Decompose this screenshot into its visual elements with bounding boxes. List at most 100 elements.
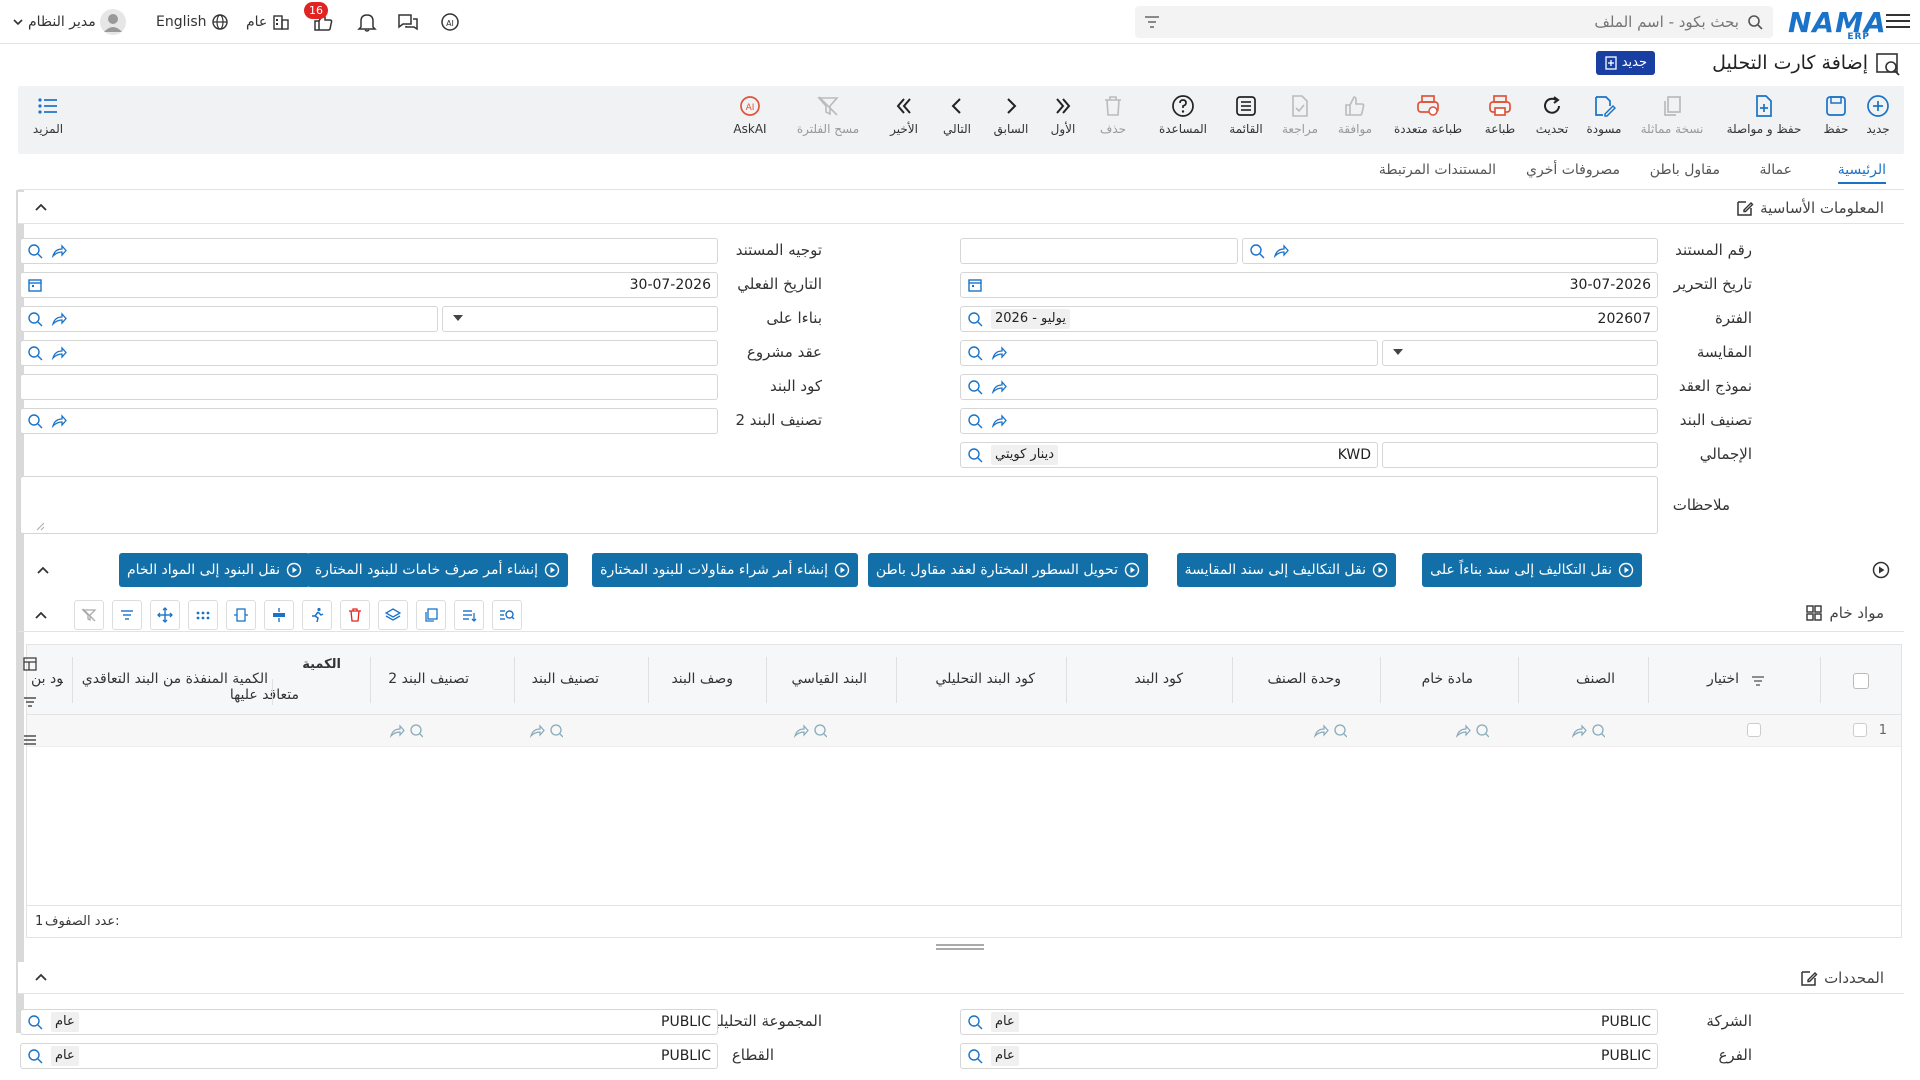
currency-field[interactable]: KWD دينار كويتي (960, 442, 1378, 468)
tab-subcontractor[interactable]: مقاول باطن (1650, 162, 1720, 178)
calendar-icon[interactable] (967, 277, 983, 293)
language-switch[interactable]: English (156, 10, 229, 34)
col-item-class2[interactable]: تصنيف البند 2 (388, 671, 469, 687)
approve-button[interactable]: موافقة (1328, 94, 1382, 150)
delete-button[interactable]: حذف (1090, 94, 1136, 150)
item-class2-field[interactable] (20, 408, 718, 434)
based-on-select[interactable] (442, 306, 718, 332)
approvals-button[interactable]: 16 (304, 2, 334, 34)
total-value-field[interactable] (1382, 442, 1658, 468)
previous-button[interactable]: السابق (986, 94, 1036, 150)
search-box[interactable] (1135, 6, 1773, 38)
insert-row-tool[interactable] (264, 600, 294, 630)
item-class-field[interactable] (960, 408, 1658, 434)
rows-menu-icon[interactable] (23, 733, 37, 747)
chevron-up-icon[interactable] (34, 608, 48, 622)
row-select-checkbox[interactable] (1747, 723, 1761, 737)
search-plus-icon[interactable] (27, 243, 43, 259)
clear-filter-button[interactable]: مسح الفلترة (788, 94, 868, 150)
notes-textarea[interactable] (20, 476, 1658, 534)
company-field[interactable]: PUBLIC عام (960, 1009, 1658, 1035)
save-and-continue-button[interactable]: حفظ و مواصلة (1716, 94, 1812, 150)
new-button[interactable]: جديد (1856, 94, 1900, 150)
search-plus-icon[interactable] (27, 1048, 43, 1064)
col-item-code-last[interactable]: كود بن (31, 671, 63, 687)
play-circle-icon[interactable] (1872, 561, 1890, 579)
chevron-up-icon[interactable] (34, 970, 48, 984)
draft-button[interactable]: مسودة (1578, 94, 1630, 150)
col-raw-material[interactable]: مادة خام (1422, 671, 1473, 687)
move-items-to-raw-materials-button[interactable]: نقل البنود إلى المواد الخام (118, 553, 310, 587)
resize-handle-icon[interactable] (35, 521, 45, 531)
tab-related-documents[interactable]: المستندات المرتبطة (1379, 162, 1496, 178)
column-width-tool[interactable] (226, 600, 256, 630)
select-all-checkbox[interactable] (1853, 673, 1869, 689)
messages-button[interactable] (396, 10, 420, 34)
search-plus-icon[interactable] (967, 345, 983, 361)
search-grid-tool[interactable] (492, 600, 522, 630)
search-plus-icon[interactable] (967, 1048, 983, 1064)
col-item-code[interactable]: كود البند (1134, 671, 1183, 687)
share-icon[interactable] (51, 345, 67, 361)
move-tool[interactable] (150, 600, 180, 630)
search-plus-icon[interactable] (967, 447, 983, 463)
col-item-class[interactable]: تصنيف البند (532, 671, 599, 687)
tab-labor[interactable]: عمالة (1760, 162, 1792, 178)
ai-assistant-button[interactable]: AI (438, 10, 462, 34)
first-button[interactable]: الأول (1040, 94, 1086, 150)
contract-model-field[interactable] (960, 374, 1658, 400)
create-material-issue-button[interactable]: إنشاء أمر صرف خامات للبنود المختارة (306, 553, 568, 587)
menu-icon[interactable] (1886, 10, 1910, 32)
column-filter-icon[interactable] (1751, 675, 1765, 687)
col-executed-qty[interactable]: الكمية المنفذة من البند التعاقدي (82, 671, 268, 687)
layers-tool[interactable] (378, 600, 408, 630)
doc-number-extra-field[interactable] (960, 238, 1238, 264)
chevron-up-icon[interactable] (34, 200, 48, 214)
share-icon[interactable] (991, 345, 1007, 361)
splitter-handle[interactable] (936, 944, 984, 950)
chevron-up-icon[interactable] (36, 563, 50, 577)
search-plus-icon[interactable] (793, 723, 827, 739)
duplicate-button[interactable]: نسخة مماثلة (1632, 94, 1712, 150)
share-icon[interactable] (51, 243, 67, 259)
print-button[interactable]: طباعة (1474, 94, 1526, 150)
branch-field[interactable]: PUBLIC عام (960, 1043, 1658, 1069)
sector-field[interactable]: PUBLIC عام (20, 1043, 718, 1069)
search-plus-icon[interactable] (389, 723, 423, 739)
run-tool[interactable] (302, 600, 332, 630)
search-plus-icon[interactable] (1571, 723, 1605, 739)
help-button[interactable]: المساعدة (1150, 94, 1216, 150)
search-plus-icon[interactable] (967, 1014, 983, 1030)
transfer-costs-based-on-button[interactable]: نقل التكاليف إلى سند بناءاً على (1422, 553, 1642, 587)
calendar-icon[interactable] (27, 277, 43, 293)
review-button[interactable]: مراجعة (1274, 94, 1326, 150)
doc-number-field[interactable] (1242, 238, 1658, 264)
multi-print-button[interactable]: طباعة متعددة (1384, 94, 1472, 150)
col-standard-item[interactable]: البند القياسي (791, 671, 867, 687)
save-button[interactable]: حفظ (1814, 94, 1858, 150)
filter-icon[interactable] (1143, 14, 1161, 30)
col-item-description[interactable]: وصف البند (671, 671, 733, 687)
period-field[interactable]: 202607 2026 - يوليو (960, 306, 1658, 332)
scope-switch[interactable]: عام (246, 10, 291, 34)
search-plus-icon[interactable] (967, 379, 983, 395)
search-plus-icon[interactable] (967, 311, 983, 327)
share-icon[interactable] (991, 379, 1007, 395)
sort-tool[interactable] (454, 600, 484, 630)
analytic-group-field[interactable]: PUBLIC عام (20, 1009, 718, 1035)
based-on-field[interactable] (20, 306, 438, 332)
filter-tool[interactable] (112, 600, 142, 630)
col-item-unit[interactable]: وحدة الصنف (1267, 671, 1341, 687)
refresh-button[interactable]: تحديث (1528, 94, 1576, 150)
search-plus-icon[interactable] (1455, 723, 1489, 739)
doc-direction-field[interactable] (20, 238, 718, 264)
item-code-field[interactable] (20, 374, 718, 400)
user-menu[interactable]: مدير النظام (12, 9, 126, 35)
project-contract-field[interactable] (20, 340, 718, 366)
col-contracted-qty[interactable]: متعاقد عليها (230, 687, 299, 703)
share-icon[interactable] (51, 311, 67, 327)
issue-date-field[interactable]: 30-07-2026 (960, 272, 1658, 298)
search-plus-icon[interactable] (27, 345, 43, 361)
last-button[interactable]: الأخير (880, 94, 928, 150)
table-row[interactable]: 1 (27, 715, 1901, 747)
